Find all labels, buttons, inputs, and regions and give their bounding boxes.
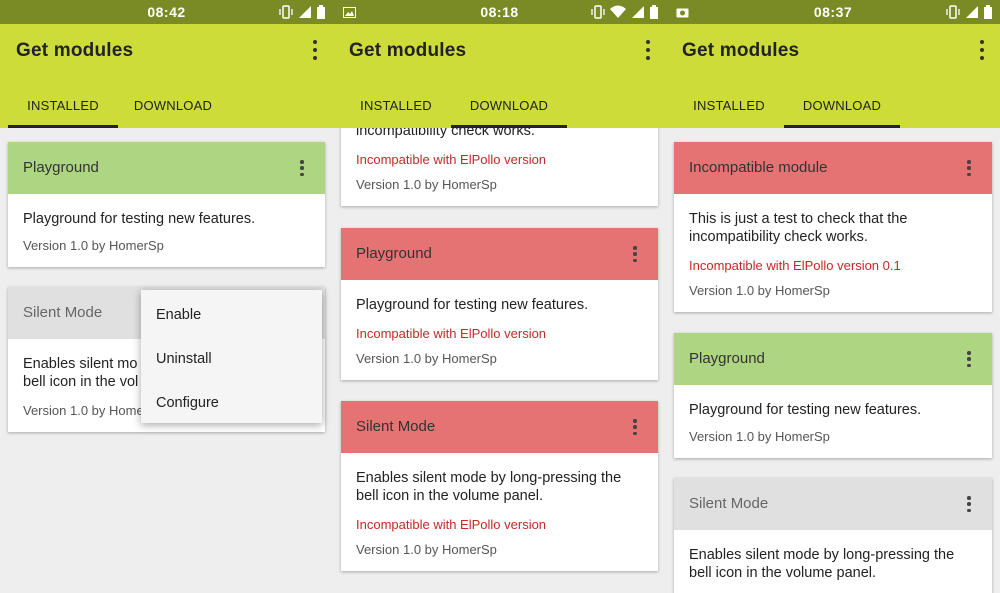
tab-installed[interactable]: INSTALLED [674,78,784,128]
card-menu-icon[interactable] [966,496,972,512]
module-list: incompatibility check works. Incompatibl… [333,128,666,593]
card-description: Playground for testing new features. [356,297,589,313]
card-header: Silent Mode [674,478,992,530]
tab-download[interactable]: DOWNLOAD [118,78,228,128]
card-description: Enables silent mode by long-pressing the… [356,470,622,504]
card-version: Version 1.0 by HomerSp [356,177,497,192]
menu-item-uninstall[interactable]: Uninstall [141,340,322,384]
tab-bar: INSTALLED DOWNLOAD [341,78,658,128]
card-title: Incompatible module [689,159,828,176]
signal-icon [632,6,644,18]
card-header: Incompatible module [674,142,992,194]
signal-icon: H [299,6,311,18]
battery-icon [650,5,658,19]
tab-download[interactable]: DOWNLOAD [451,78,567,128]
card-body: Enables silent mode by long-pressing the… [341,453,658,571]
card-description: This is just a test to check that the in… [689,211,908,245]
card-description: Playground for testing new features. [689,402,922,418]
vibrate-icon [279,5,293,19]
battery-icon [317,5,325,19]
app-title: Get modules [16,40,134,61]
signal-icon: H [966,6,978,18]
tab-installed[interactable]: INSTALLED [8,78,118,128]
card-description: Enables silent mode by long-pressing the… [689,547,955,581]
status-icons: H [279,4,325,20]
app-title: Get modules [349,40,467,61]
card-warning: Incompatible with ElPollo version [356,152,547,167]
card-title: Playground [689,350,765,367]
tab-bar: INSTALLED DOWNLOAD [674,78,992,128]
tab-bar: INSTALLED DOWNLOAD [8,78,325,128]
app-bar: Get modules INSTALLED DOWNLOAD [333,24,666,128]
module-popup-menu: Enable Uninstall Configure [141,290,322,423]
card-menu-icon[interactable] [966,351,972,367]
module-card-incompatible: Incompatible module This is just a test … [674,142,992,312]
card-menu-icon[interactable] [966,160,972,176]
card-body: Playground for testing new features. Ver… [674,385,992,458]
module-card-incompatible-partial: incompatibility check works. Incompatibl… [341,128,658,206]
card-warning: Incompatible with ElPollo version 0.1 [689,258,901,273]
svg-text:H: H [300,7,305,14]
card-description: Playground for testing new features. [23,211,256,227]
wifi-icon [610,5,626,18]
app-title: Get modules [682,40,800,61]
tab-download[interactable]: DOWNLOAD [784,78,900,128]
card-body: incompatibility check works. Incompatibl… [341,128,658,206]
screen-installed: 08:42 H Get modules INSTALLED DOWNLOAD P… [0,0,333,593]
tab-installed[interactable]: INSTALLED [341,78,451,128]
overflow-menu-icon[interactable] [978,40,986,60]
card-warning: Incompatible with ElPollo version [356,517,547,532]
screen-download-incompatible: 08:18 Get modules INSTALLED DOWNLOAD inc… [333,0,666,593]
card-menu-icon[interactable] [632,419,638,435]
card-description: incompatibility check works. [356,128,535,139]
card-title: Silent Mode [689,495,769,512]
module-list: Incompatible module This is just a test … [666,128,1000,593]
card-version: Version 1.0 by HomerSp [689,283,830,298]
card-header: Playground [341,228,658,280]
card-version: Version 1.0 by HomerSp [23,238,164,253]
module-card-silent-mode: Silent Mode Enables silent mode by long-… [341,401,658,571]
vibrate-icon [591,5,605,19]
card-menu-icon[interactable] [299,160,305,176]
app-bar: Get modules INSTALLED DOWNLOAD [666,24,1000,128]
vibrate-icon [946,5,960,19]
card-header: Playground [674,333,992,385]
status-icons: H [946,4,992,20]
status-bar: 08:37 H [666,0,1000,24]
module-card-playground: Playground Playground for testing new fe… [8,142,325,267]
status-icons [591,4,658,20]
card-title: Silent Mode [356,418,436,435]
card-version: Version 1.0 by HomerSp [356,542,497,557]
svg-text:H: H [967,7,972,14]
module-card-silent-mode: Silent Mode Enables silent mode by long-… [674,478,992,593]
module-card-playground: Playground Playground for testing new fe… [674,333,992,458]
module-card-playground: Playground Playground for testing new fe… [341,228,658,380]
card-menu-icon[interactable] [632,246,638,262]
card-title: Playground [356,245,432,262]
card-title: Silent Mode [23,304,103,321]
card-version: Version 1.0 by HomerSp [356,351,497,366]
battery-icon [984,5,992,19]
status-bar: 08:42 H [0,0,333,24]
card-version: Version 1.0 by HomerSp [689,429,830,444]
menu-item-configure[interactable]: Configure [141,384,322,428]
card-body: Playground for testing new features. Ver… [8,194,325,267]
overflow-menu-icon[interactable] [311,40,319,60]
card-body: This is just a test to check that the in… [674,194,992,312]
card-title: Playground [23,159,99,176]
card-header: Playground [8,142,325,194]
card-body: Enables silent mode by long-pressing the… [674,530,992,593]
app-bar: Get modules INSTALLED DOWNLOAD [0,24,333,128]
card-header: Silent Mode [341,401,658,453]
card-warning: Incompatible with ElPollo version [356,326,547,341]
menu-item-enable[interactable]: Enable [141,296,322,340]
status-bar: 08:18 [333,0,666,24]
overflow-menu-icon[interactable] [644,40,652,60]
screen-download-mixed: 08:37 H Get modules INSTALLED DOWNLOAD I… [666,0,1000,593]
card-body: Playground for testing new features. Inc… [341,280,658,380]
